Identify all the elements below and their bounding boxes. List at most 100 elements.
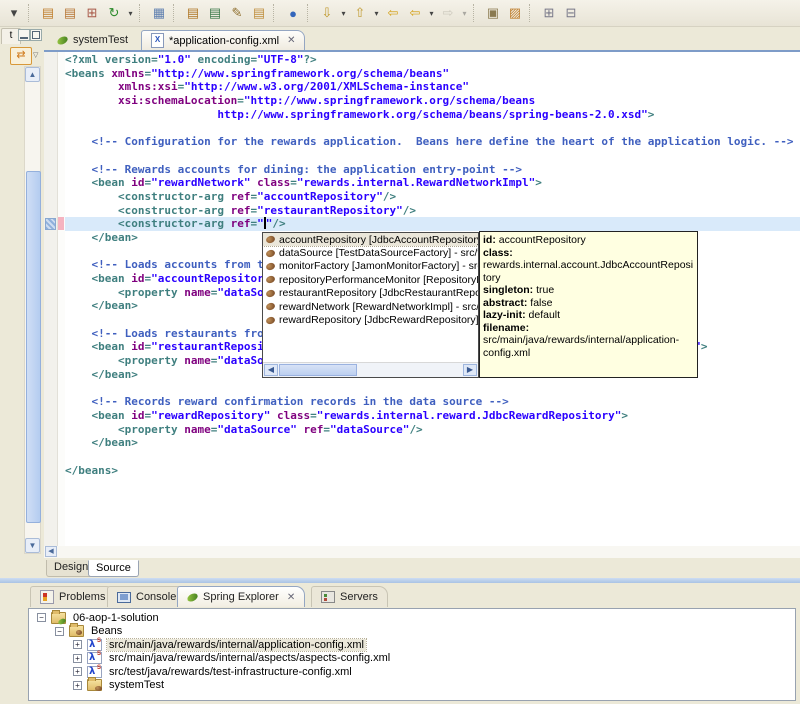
tree-item[interactable]: − Beans — [29, 623, 795, 639]
update-icon[interactable]: ↻ — [103, 3, 125, 24]
reload-config-icon[interactable]: ▨ — [504, 3, 526, 24]
tab-label: *application-config.xml — [169, 34, 280, 47]
last-edit-location-icon[interactable]: ⇦ — [382, 3, 404, 24]
tree-item[interactable]: + src/test/java/rewards/test-infrastructu… — [29, 664, 795, 679]
bean-icon — [265, 288, 276, 299]
scroll-thumb[interactable] — [26, 171, 41, 523]
import-wizard-icon[interactable]: ▤ — [37, 3, 59, 24]
tree-expander[interactable]: + — [73, 680, 82, 690]
split-sash[interactable] — [0, 578, 800, 583]
tab-application-config-xml[interactable]: X *application-config.xml ✕ — [141, 30, 306, 50]
completion-label: dataSource [TestDataSourceFactory] - src… — [279, 247, 478, 260]
collapse-all-icon[interactable]: ⊟ — [560, 3, 582, 24]
vertical-ruler[interactable] — [44, 52, 58, 546]
tree-expander[interactable]: + — [73, 640, 82, 650]
scroll-up-arrow[interactable]: ▲ — [25, 67, 40, 82]
editor-page-tabs: Design Source — [44, 558, 800, 578]
spring-leaf-icon — [56, 34, 69, 46]
code-line: <bean id="rewardRepository" class="rewar… — [91, 408, 628, 422]
maximize-view-button[interactable] — [30, 29, 42, 41]
view-vertical-scrollbar[interactable]: ▲ ▼ — [24, 66, 41, 554]
spring-explorer-tree: −06-aop-1-solution−Beans+src/main/java/r… — [28, 608, 796, 701]
tab-source[interactable]: Source — [88, 560, 139, 577]
scroll-left-arrow[interactable]: ◀ — [45, 546, 57, 557]
bean-icon — [265, 315, 276, 325]
new-menu-dropdown[interactable]: ▾ — [3, 3, 25, 24]
tab-console[interactable]: Console — [107, 586, 187, 607]
tab-problems[interactable]: Problems — [30, 586, 116, 607]
view-menu-dropdown-icon[interactable]: ▽ — [33, 51, 38, 59]
tab-spring-explorer[interactable]: Spring Explorer ✕ — [177, 586, 306, 607]
back-dropdown[interactable]: ▾ — [426, 3, 437, 24]
eclipse-window: ▾ ▤ ▤ ⊞ ↻ ▾ ▦ ▤ ▤ ✎ ▤ ● ⇩ ▾ ⇧ ▾ ⇦ ⇦ ▾ ⇨ ▾ ▣ ▨ ⊞ ⊟ t ⇄ ▽ ▲ ▼ syst… — [0, 0, 800, 704]
tab-servers[interactable]: Servers — [311, 586, 388, 607]
collapsed-explorer-view: t ⇄ ▽ ▲ ▼ — [0, 28, 44, 558]
popup-scroll-thumb[interactable] — [279, 364, 357, 376]
search-pencil-icon[interactable]: ✎ — [226, 3, 248, 24]
code-line: http://www.springframework.org/schema/be… — [217, 107, 655, 121]
tooltip-field: filename: src/main/java/rewards/internal… — [483, 321, 680, 359]
export-wizard-icon[interactable]: ▤ — [59, 3, 81, 24]
scroll-down-arrow[interactable]: ▼ — [25, 538, 40, 553]
tree-expander[interactable]: + — [73, 667, 82, 677]
forward-dropdown[interactable]: ▾ — [459, 3, 470, 24]
completion-item[interactable]: monitorFactory [JamonMonitorFactory] - s… — [263, 260, 478, 273]
code-line: </beans> — [65, 463, 118, 477]
popup-scroll-right-arrow[interactable]: ▶ — [463, 364, 477, 376]
web-browser-icon[interactable]: ● — [282, 3, 304, 24]
open-type-icon[interactable]: ▤ — [182, 3, 204, 24]
completion-item[interactable]: restaurantRepository [JdbcRestaurantRepo… — [263, 287, 478, 300]
spring-config-icon — [87, 664, 102, 678]
spring-config-icon — [87, 637, 102, 651]
completion-item[interactable]: accountRepository [JdbcAccountRepository… — [263, 233, 478, 248]
completion-list: accountRepository [JdbcAccountRepository… — [263, 233, 478, 327]
completion-item[interactable]: repositoryPerformanceMonitor [Repository… — [263, 273, 478, 286]
problems-icon — [40, 590, 54, 604]
prev-annotation-icon[interactable]: ⇧ — [349, 3, 371, 24]
tree-expander[interactable]: − — [55, 626, 64, 636]
editor-horizontal-scrollbar[interactable]: ◀ — [44, 546, 800, 558]
new-plugin-icon[interactable]: ⊞ — [81, 3, 103, 24]
main-toolbar: ▾ ▤ ▤ ⊞ ↻ ▾ ▦ ▤ ▤ ✎ ▤ ● ⇩ ▾ ⇧ ▾ ⇦ ⇦ ▾ ⇨ ▾ ▣ ▨ ⊞ ⊟ — [0, 0, 800, 27]
close-tab-icon[interactable]: ✕ — [287, 592, 295, 603]
completion-item[interactable]: rewardRepository [JdbcRewardRepository] … — [263, 313, 478, 326]
tree-item-label: src/test/java/rewards/test-infrastructur… — [109, 665, 352, 678]
forward-icon[interactable]: ⇨ — [437, 3, 459, 24]
next-annotation-dropdown[interactable]: ▾ — [338, 3, 349, 24]
minimize-view-button[interactable] — [18, 29, 30, 41]
tree-item[interactable]: + src/main/java/rewards/internal/applicat… — [29, 637, 795, 652]
editor-tab-bar: systemTest X *application-config.xml ✕ — [44, 28, 800, 50]
popup-scroll-left-arrow[interactable]: ◀ — [264, 364, 278, 376]
close-tab-icon[interactable]: ✕ — [287, 35, 295, 46]
spring-leaf-icon — [186, 591, 199, 603]
back-icon[interactable]: ⇦ — [404, 3, 426, 24]
next-annotation-icon[interactable]: ⇩ — [316, 3, 338, 24]
completion-item[interactable]: dataSource [TestDataSourceFactory] - src… — [263, 246, 478, 259]
popup-horizontal-scrollbar[interactable]: ◀ ▶ — [263, 362, 478, 377]
tree-item[interactable]: + systemTest — [29, 677, 795, 693]
beans-folder-icon — [69, 623, 84, 638]
tree-item[interactable]: + src/main/java/rewards/internal/aspects/… — [29, 650, 795, 666]
console-icon — [117, 592, 131, 603]
open-folder-icon[interactable]: ▤ — [248, 3, 270, 24]
open-resource-icon[interactable]: ▤ — [204, 3, 226, 24]
bean-info-tooltip: id: accountRepository class: rewards.inte… — [479, 231, 698, 378]
servers-icon — [321, 591, 335, 603]
expand-all-icon[interactable]: ⊞ — [538, 3, 560, 24]
completion-item[interactable]: rewardNetwork [RewardNetworkImpl] - src/… — [263, 300, 478, 313]
tree-expander[interactable]: + — [73, 653, 82, 663]
tab-label: Console — [136, 591, 177, 603]
javadoc-icon[interactable]: ▦ — [148, 3, 170, 24]
tab-label: systemTest — [73, 34, 129, 46]
content-assist-popup: accountRepository [JdbcAccountRepository… — [262, 232, 479, 378]
tree-expander[interactable]: − — [37, 613, 46, 623]
link-with-editor-icon[interactable]: ⇄ — [10, 47, 32, 65]
update-dropdown[interactable]: ▾ — [125, 3, 136, 24]
prev-annotation-dropdown[interactable]: ▾ — [371, 3, 382, 24]
code-line: <!-- Records reward confirmation records… — [91, 395, 509, 409]
tab-systemtest[interactable]: systemTest — [48, 30, 137, 50]
tree-item[interactable]: − 06-aop-1-solution — [29, 609, 795, 625]
code-line: <?xml version="1.0" encoding="UTF-8"?> — [65, 53, 317, 66]
validate-icon[interactable]: ▣ — [482, 3, 504, 24]
